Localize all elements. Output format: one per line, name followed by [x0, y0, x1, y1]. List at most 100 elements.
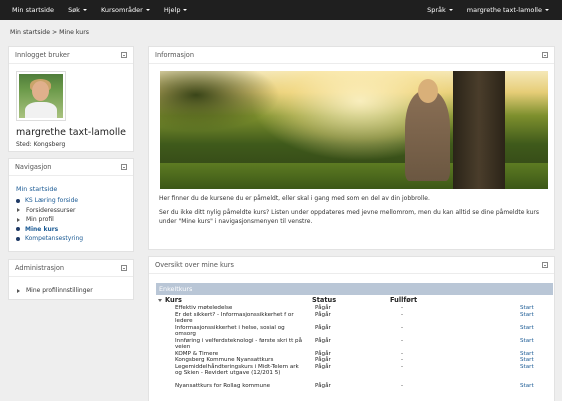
nav-search-label: Søk — [68, 6, 80, 14]
hero-image — [160, 71, 548, 189]
avatar[interactable] — [16, 71, 66, 121]
table-row: Nyansattkurs for Rollag kommune Pågår - … — [156, 383, 553, 390]
info-text-enrolled: Her finner du de kursene du er påmeldt, … — [159, 195, 430, 202]
collapse-icon[interactable] — [121, 265, 127, 271]
chevron-down-icon — [183, 9, 188, 11]
collapse-icon[interactable] — [121, 52, 127, 58]
start-link[interactable]: Start — [520, 338, 534, 344]
start-link[interactable]: Start — [520, 312, 534, 318]
user-menu-label: margrethe taxt-lamolle — [466, 6, 542, 14]
course-completed: - — [401, 324, 404, 331]
course-name[interactable]: Kongsberg Kommune Nyansattkurs — [175, 357, 305, 363]
course-name[interactable]: Er det sikkert? - Informasjonssikkerhet … — [175, 312, 305, 324]
start-link[interactable]: Start — [520, 383, 534, 389]
nav-link-home[interactable]: Min startside — [16, 185, 57, 193]
nav-help-label: Hjelp — [163, 6, 181, 14]
course-status: Pågår — [315, 337, 331, 344]
course-completed: - — [401, 357, 404, 363]
table-header: Kurs Status Fullført — [156, 295, 553, 305]
course-status: Pågår — [315, 383, 331, 389]
course-name[interactable]: KOMP & Timere — [175, 351, 305, 357]
course-completed: - — [401, 337, 404, 344]
panel-title: Navigasjon — [15, 163, 52, 171]
breadcrumb[interactable]: Min startside > Mine kurs — [10, 29, 89, 36]
nav-course-areas-label: Kursområder — [100, 6, 143, 14]
section-header-single-courses[interactable]: Enkeltkurs — [156, 283, 553, 295]
panel-title: Administrasjon — [15, 264, 65, 272]
course-status: Pågår — [315, 350, 331, 357]
expand-triangle-icon — [17, 217, 20, 222]
start-link[interactable]: Start — [520, 357, 534, 363]
course-status: Pågår — [315, 357, 331, 363]
course-completed: - — [401, 350, 404, 357]
navigation-panel: Navigasjon Min startside KS Læring forsi… — [8, 158, 134, 252]
bullet-dot-icon — [16, 236, 20, 241]
panel-header: Oversikt over mine kurs — [149, 257, 554, 274]
collapse-icon[interactable] — [121, 164, 127, 170]
course-completed: - — [401, 363, 404, 370]
nav-home[interactable]: Min startside — [0, 0, 61, 20]
course-table: Enkeltkurs Kurs Status Fullført Effektiv… — [156, 283, 553, 390]
sort-down-icon — [158, 298, 162, 302]
course-status: Pågår — [315, 311, 331, 318]
course-completed: - — [401, 305, 404, 311]
course-completed: - — [401, 311, 404, 318]
collapse-icon[interactable] — [542, 52, 548, 58]
course-name[interactable]: Effektiv møteledelse — [175, 305, 305, 311]
panel-header: Innlogget bruker — [9, 47, 133, 64]
course-name[interactable]: Innføring i velferdsteknologi - første s… — [175, 338, 305, 350]
administration-panel: Administrasjon Mine profilinnstillinger — [8, 259, 134, 300]
panel-title: Informasjon — [155, 51, 195, 59]
logged-in-user-panel: Innlogget bruker margrethe taxt-lamolle … — [8, 46, 134, 152]
language-menu[interactable]: Språk — [415, 0, 460, 20]
column-header-label: Kurs — [165, 296, 182, 304]
information-panel: Informasjon Her finner du de kursene du … — [148, 46, 555, 250]
collapse-icon[interactable] — [542, 262, 548, 268]
user-menu[interactable]: margrethe taxt-lamolle — [460, 0, 556, 20]
chevron-down-icon — [145, 9, 150, 11]
nav-search[interactable]: Søk — [61, 0, 94, 20]
table-row: Legemiddelhåndteringskurs i Midt-Telem a… — [156, 364, 553, 384]
course-completed: - — [401, 383, 404, 389]
admin-item-label: Mine profilinnstillinger — [26, 287, 93, 294]
nav-course-areas[interactable]: Kursområder — [94, 0, 157, 20]
start-link[interactable]: Start — [520, 351, 534, 357]
course-name[interactable]: Legemiddelhåndteringskurs i Midt-Telem a… — [175, 364, 305, 376]
column-header-completed[interactable]: Fullført — [390, 296, 417, 304]
start-link[interactable]: Start — [520, 325, 534, 331]
panel-title: Oversikt over mine kurs — [155, 261, 234, 269]
column-header-course[interactable]: Kurs — [158, 296, 182, 304]
nav-item-label: Mine kurs — [25, 225, 59, 233]
column-header-status[interactable]: Status — [312, 296, 336, 304]
bullet-dot-icon — [16, 198, 20, 203]
nav-item-forsideressurser[interactable]: Forsideressurser — [16, 206, 83, 216]
nav-item-kompetansestyring[interactable]: Kompetansestyring — [16, 234, 83, 244]
nav-item-ks-laering[interactable]: KS Læring forside — [16, 196, 83, 206]
chevron-down-icon — [448, 9, 453, 11]
chevron-down-icon — [545, 9, 549, 11]
table-row: Informasjonssikkerhet i helse, sosial og… — [156, 325, 553, 338]
user-location: Sted: Kongsberg — [16, 141, 66, 148]
start-link[interactable]: Start — [520, 364, 534, 370]
course-status: Pågår — [315, 305, 331, 311]
admin-item-profile-settings[interactable]: Mine profilinnstillinger — [16, 287, 93, 294]
bullet-dot-icon — [16, 227, 20, 232]
nav-help[interactable]: Hjelp — [157, 0, 195, 20]
nav-item-label: Kompetansestyring — [25, 235, 84, 242]
course-name[interactable]: Nyansattkurs for Rollag kommune — [175, 383, 305, 389]
nav-item-mine-kurs[interactable]: Mine kurs — [16, 225, 83, 235]
start-link[interactable]: Start — [520, 305, 534, 311]
nav-item-label: Forsideressurser — [26, 206, 76, 214]
panel-header: Navigasjon — [9, 159, 133, 176]
top-navbar: Min startside Søk Kursområder Hjelp Språ… — [0, 0, 562, 20]
course-name[interactable]: Informasjonssikkerhet i helse, sosial og… — [175, 325, 305, 337]
table-row: Er det sikkert? - Informasjonssikkerhet … — [156, 312, 553, 325]
expand-triangle-icon — [17, 288, 20, 293]
course-status: Pågår — [315, 363, 331, 370]
info-text-update-notice: Ser du ikke ditt nylig påmeldte kurs? Li… — [159, 209, 539, 225]
course-status: Pågår — [315, 324, 331, 331]
nav-item-label: Min profil — [26, 216, 54, 223]
panel-title: Innlogget bruker — [15, 51, 70, 59]
nav-item-min-profil[interactable]: Min profil — [16, 215, 83, 225]
user-name[interactable]: margrethe taxt-lamolle — [16, 127, 126, 138]
